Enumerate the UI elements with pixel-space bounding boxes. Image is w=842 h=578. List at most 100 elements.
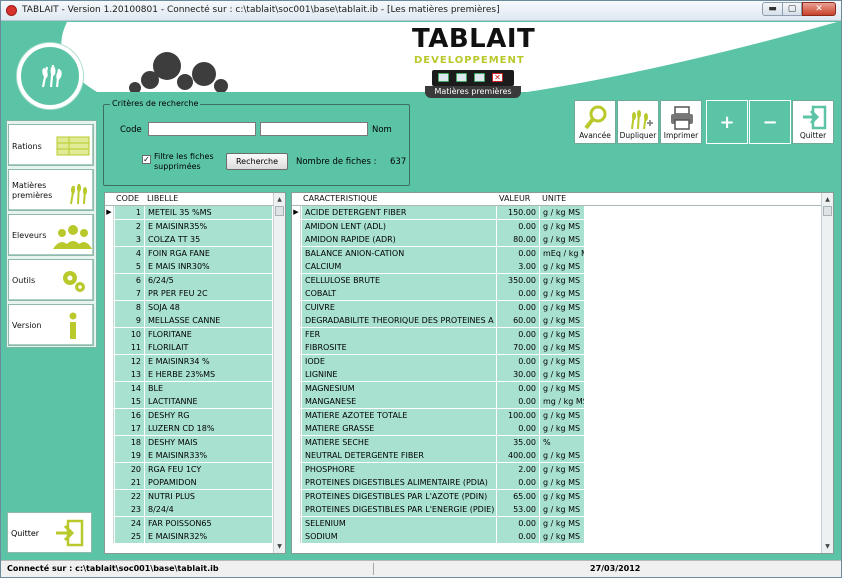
- table-row[interactable]: SODIUM 0.00 g / kg MS: [292, 530, 833, 544]
- cell-caracteristique[interactable]: CELLULOSE BRUTE: [302, 273, 497, 287]
- table-row[interactable]: NEUTRAL DETERGENTE FIBER 400.00 g / kg MS: [292, 449, 833, 463]
- cell-libelle[interactable]: PR PER FEU 2C: [145, 287, 273, 300]
- filter-deleted-checkbox[interactable]: ✓: [142, 155, 151, 164]
- tile-window-icon[interactable]: [438, 73, 449, 82]
- column-header-libelle[interactable]: LIBELLE: [147, 194, 178, 203]
- table-row[interactable]: ▶ 1 METEIL 35 %MS: [105, 206, 285, 220]
- table-row[interactable]: PROTEINES DIGESTIBLES ALIMENTAIRE (PDIA)…: [292, 476, 833, 490]
- cell-unite[interactable]: %: [540, 435, 585, 449]
- cell-caracteristique[interactable]: AMIDON LENT (ADL): [302, 219, 497, 233]
- row-indicator[interactable]: [292, 516, 301, 530]
- cell-libelle[interactable]: 6/24/5: [145, 273, 273, 287]
- row-indicator[interactable]: [292, 219, 301, 233]
- cell-code[interactable]: 6: [115, 273, 145, 287]
- cell-caracteristique[interactable]: PROTEINES DIGESTIBLES ALIMENTAIRE (PDIA): [302, 476, 497, 489]
- cell-caracteristique[interactable]: MAGNESIUM: [302, 381, 497, 395]
- table-row[interactable]: 23 8/24/4: [105, 503, 285, 517]
- cell-valeur[interactable]: 150.00: [497, 206, 540, 219]
- row-indicator[interactable]: [292, 422, 301, 435]
- cell-code[interactable]: 13: [115, 368, 145, 381]
- row-indicator[interactable]: [105, 300, 114, 314]
- cell-unite[interactable]: g / kg MS: [540, 516, 585, 530]
- cell-code[interactable]: 4: [115, 246, 145, 260]
- row-indicator[interactable]: [105, 368, 114, 381]
- cell-valeur[interactable]: 30.00: [497, 368, 540, 381]
- table-row[interactable]: 19 E MAISINR33%: [105, 449, 285, 463]
- maximize-button[interactable]: ▢: [782, 2, 802, 16]
- table-row[interactable]: 5E MAIS INR30%: [105, 260, 285, 274]
- cell-caracteristique[interactable]: IODE: [302, 354, 497, 368]
- row-indicator[interactable]: [105, 219, 114, 233]
- cell-unite[interactable]: g / kg MS: [540, 300, 585, 314]
- caracteristiques-grid[interactable]: CARACTERISTIQUE VALEUR UNITE ▶ ACIDE DETE…: [291, 192, 834, 554]
- row-indicator[interactable]: [292, 435, 301, 449]
- table-row[interactable]: 17 LUZERN CD 18%: [105, 422, 285, 436]
- row-indicator[interactable]: [105, 273, 114, 287]
- vertical-scrollbar[interactable]: ▲ ▼: [821, 193, 833, 553]
- table-row[interactable]: ▶ ACIDE DETERGENT FIBER 150.00 g / kg MS: [292, 206, 833, 220]
- cell-unite[interactable]: g / kg MS: [540, 219, 585, 233]
- table-row[interactable]: 22 NUTRI PLUS: [105, 489, 285, 503]
- cell-code[interactable]: 16: [115, 408, 145, 422]
- cell-libelle[interactable]: DESHY MAIS: [145, 435, 273, 449]
- cell-caracteristique[interactable]: MATIERE SECHE: [302, 435, 497, 449]
- cell-unite[interactable]: g / kg MS: [540, 287, 585, 300]
- row-indicator[interactable]: [292, 503, 301, 516]
- scroll-down-arrow[interactable]: ▼: [822, 541, 833, 552]
- row-indicator[interactable]: [105, 287, 114, 300]
- table-row[interactable]: 21 POPAMIDON: [105, 476, 285, 490]
- cell-libelle[interactable]: LUZERN CD 18%: [145, 422, 273, 435]
- table-row[interactable]: 7 PR PER FEU 2C: [105, 287, 285, 301]
- table-row[interactable]: LIGNINE 30.00 g / kg MS: [292, 368, 833, 382]
- table-row[interactable]: CELLULOSE BRUTE 350.00 g / kg MS: [292, 273, 833, 287]
- cell-caracteristique[interactable]: SODIUM: [302, 530, 497, 543]
- table-row[interactable]: 20 RGA FEU 1CY: [105, 462, 285, 476]
- cell-code[interactable]: 12: [115, 354, 145, 368]
- search-button[interactable]: Recherche: [226, 153, 288, 170]
- cell-caracteristique[interactable]: PHOSPHORE: [302, 462, 497, 476]
- cell-caracteristique[interactable]: CUIVRE: [302, 300, 497, 314]
- cell-libelle[interactable]: E MAISINR34 %: [145, 354, 273, 368]
- nom-input[interactable]: [260, 122, 368, 136]
- cell-unite[interactable]: g / kg MS: [540, 381, 585, 395]
- row-indicator[interactable]: [105, 233, 114, 246]
- cell-libelle[interactable]: E MAISINR33%: [145, 449, 273, 462]
- cell-libelle[interactable]: POPAMIDON: [145, 476, 273, 489]
- table-row[interactable]: PROTEINES DIGESTIBLES PAR L'AZOTE (PDIN)…: [292, 489, 833, 503]
- cell-libelle[interactable]: FLORILAIT: [145, 341, 273, 354]
- cell-unite[interactable]: g / kg MS: [540, 449, 585, 462]
- remove-button[interactable]: −: [749, 100, 791, 144]
- row-indicator[interactable]: [292, 449, 301, 462]
- cell-unite[interactable]: g / kg MS: [540, 314, 585, 327]
- row-indicator[interactable]: [292, 287, 301, 300]
- row-indicator[interactable]: [105, 516, 114, 530]
- cell-unite[interactable]: g / kg MS: [540, 260, 585, 273]
- cell-code[interactable]: 3: [115, 233, 145, 246]
- cell-valeur[interactable]: 0.00: [497, 381, 540, 395]
- row-indicator[interactable]: [105, 435, 114, 449]
- row-indicator[interactable]: [292, 300, 301, 314]
- cell-unite[interactable]: g / kg MS: [540, 476, 585, 489]
- row-indicator[interactable]: [292, 341, 301, 354]
- cell-libelle[interactable]: E MAISINR35%: [145, 219, 273, 233]
- cell-valeur[interactable]: 35.00: [497, 435, 540, 449]
- column-header-code[interactable]: CODE: [116, 194, 139, 203]
- cell-valeur[interactable]: 70.00: [497, 341, 540, 354]
- cell-code[interactable]: 8: [115, 300, 145, 314]
- table-row[interactable]: 14 BLE: [105, 381, 285, 395]
- cell-valeur[interactable]: 0.00: [497, 219, 540, 233]
- cell-libelle[interactable]: FAR POISSON65: [145, 516, 273, 530]
- cell-valeur[interactable]: 0.00: [497, 246, 540, 260]
- cell-libelle[interactable]: E MAISINR32%: [145, 530, 273, 543]
- cell-caracteristique[interactable]: MANGANESE: [302, 395, 497, 408]
- table-row[interactable]: AMIDON RAPIDE (ADR) 80.00 g / kg MS: [292, 233, 833, 247]
- row-indicator[interactable]: [292, 489, 301, 503]
- cell-valeur[interactable]: 0.00: [497, 516, 540, 530]
- vertical-scrollbar[interactable]: ▲ ▼: [273, 193, 285, 553]
- table-row[interactable]: AMIDON LENT (ADL) 0.00 g / kg MS: [292, 219, 833, 233]
- row-indicator[interactable]: [105, 395, 114, 408]
- cell-valeur[interactable]: 0.00: [497, 300, 540, 314]
- cell-code[interactable]: 17: [115, 422, 145, 435]
- row-indicator[interactable]: [105, 354, 114, 368]
- cell-caracteristique[interactable]: FER: [302, 327, 497, 341]
